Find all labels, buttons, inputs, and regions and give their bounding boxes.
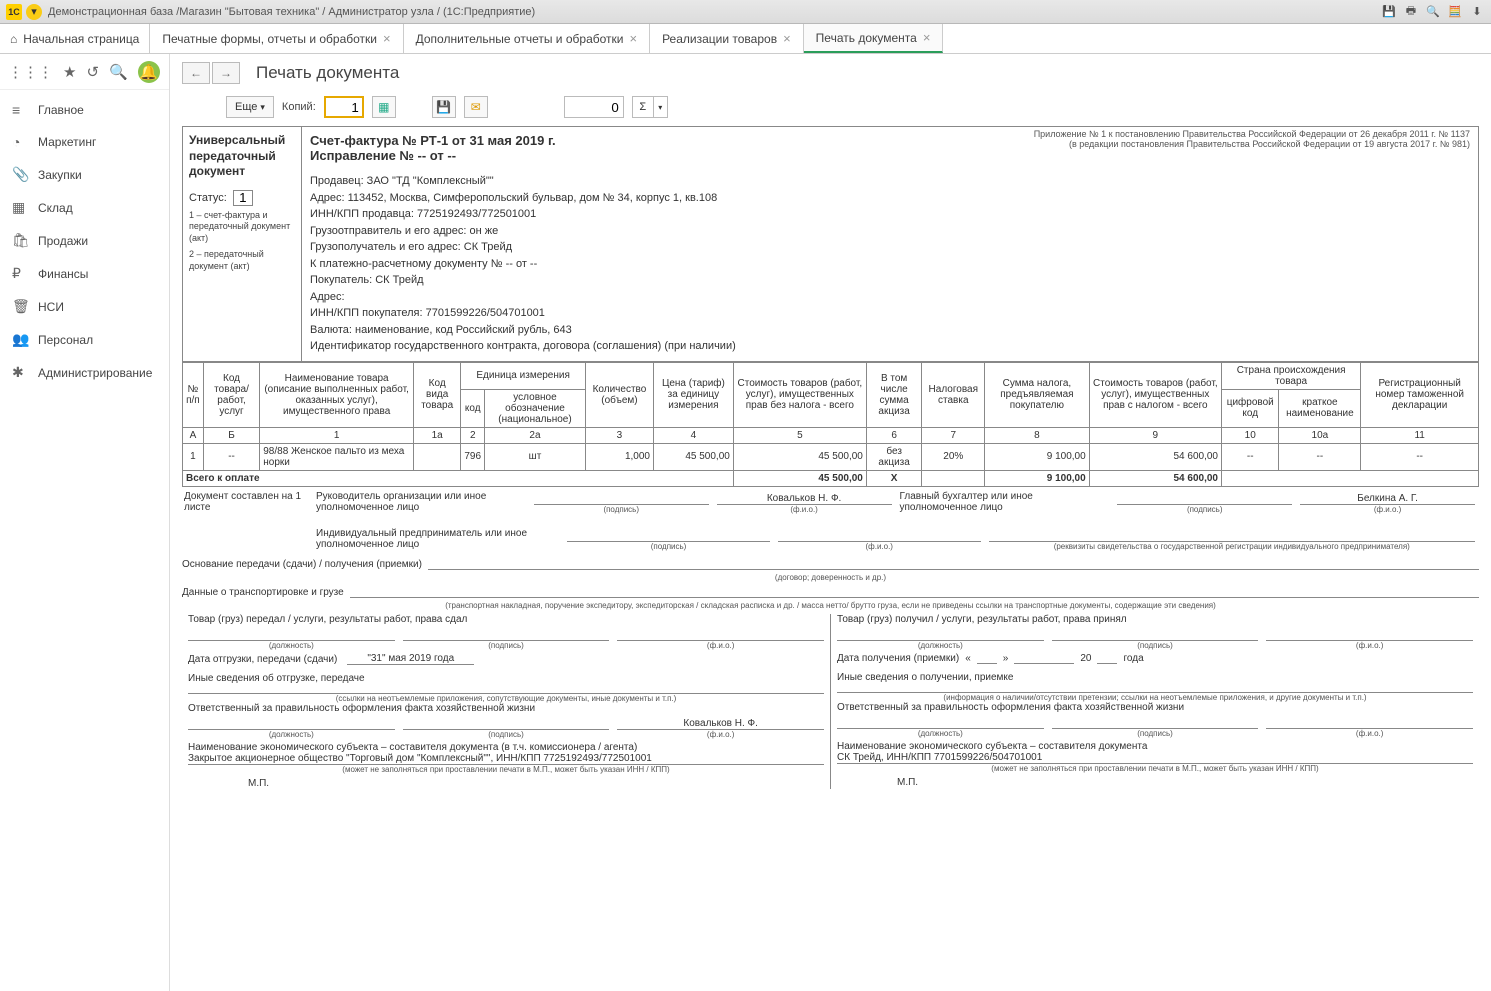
spreadsheet-icon[interactable]: ▦ — [372, 96, 396, 118]
sidebar: ⋮⋮⋮ ★ ↺ 🔍 🔔 ≡Главное ◔Маркетинг 📎Закупки… — [0, 54, 170, 991]
copies-input[interactable] — [324, 96, 364, 118]
tab-sales[interactable]: Реализации товаров× — [650, 24, 804, 53]
tab-print-doc[interactable]: Печать документа× — [804, 24, 944, 53]
invoice-header: Приложение № 1 к постановлению Правитель… — [302, 126, 1479, 362]
status-input[interactable] — [233, 190, 253, 206]
tab-addl-reports[interactable]: Дополнительные отчеты и обработки× — [404, 24, 650, 53]
sidebar-item-purchasing[interactable]: 📎Закупки — [0, 158, 169, 191]
trash-icon: 🗑 — [12, 298, 30, 315]
sidebar-item-marketing[interactable]: ◔Маркетинг — [0, 126, 169, 158]
print-icon[interactable]: 🖶 — [1403, 4, 1419, 20]
close-icon[interactable]: × — [923, 30, 931, 45]
sidebar-item-nsi[interactable]: 🗑НСИ — [0, 290, 169, 323]
menu-icon: ≡ — [12, 102, 30, 118]
sidebar-item-admin[interactable]: ✱Администрирование — [0, 356, 169, 389]
grid-icon: ▦ — [12, 199, 30, 216]
down-icon[interactable]: ⬇ — [1469, 4, 1485, 20]
bag-icon: 🛍 — [12, 232, 30, 249]
calc-icon[interactable]: 🧮 — [1447, 4, 1463, 20]
mail-icon[interactable]: ✉ — [464, 96, 488, 118]
history-icon[interactable]: ↺ — [86, 63, 99, 81]
home-icon: ⌂ — [10, 32, 17, 46]
toolbar: Еще Копий: ▦ 💾 ✉ Σ ▾ — [170, 92, 1491, 126]
save-icon[interactable]: 💾 — [1381, 4, 1397, 20]
close-icon[interactable]: × — [383, 31, 391, 46]
apps-icon[interactable]: ⋮⋮⋮ — [8, 63, 53, 81]
sidebar-item-personnel[interactable]: 👥Персонал — [0, 323, 169, 356]
chart-icon: ◔ — [12, 134, 30, 150]
ruble-icon: ₽ — [12, 265, 30, 282]
app-logo: 1C — [6, 4, 22, 20]
app-menu-dropdown[interactable]: ▾ — [26, 4, 42, 20]
titlebar: 1C ▾ Демонстрационная база /Магазин "Быт… — [0, 0, 1491, 24]
sidebar-item-sales[interactable]: 🛍Продажи — [0, 224, 169, 257]
sigma-button[interactable]: Σ — [632, 96, 654, 118]
sigma-dropdown[interactable]: ▾ — [654, 96, 668, 118]
save-icon[interactable]: 💾 — [432, 96, 456, 118]
more-button[interactable]: Еще — [226, 96, 274, 118]
tabbar: ⌂ Начальная страница Печатные формы, отч… — [0, 24, 1491, 54]
page-title: Печать документа — [256, 63, 399, 83]
table-row: 1 -- 98/88 Женское пальто из меха норки … — [183, 443, 1479, 470]
sidebar-item-finance[interactable]: ₽Финансы — [0, 257, 169, 290]
sidebar-item-warehouse[interactable]: ▦Склад — [0, 191, 169, 224]
num-input[interactable] — [564, 96, 624, 118]
gear-icon: ✱ — [12, 364, 30, 381]
link-icon[interactable]: 🔍 — [1425, 4, 1441, 20]
content-area: ← → Печать документа Еще Копий: ▦ 💾 ✉ Σ … — [170, 54, 1491, 991]
doc-pages: Документ составлен на 1 листе — [182, 489, 312, 516]
tab-label: Начальная страница — [23, 32, 139, 46]
tab-print-forms[interactable]: Печатные формы, отчеты и обработки× — [150, 24, 403, 53]
clip-icon: 📎 — [12, 166, 30, 183]
close-icon[interactable]: × — [783, 31, 791, 46]
star-icon[interactable]: ★ — [63, 63, 76, 81]
people-icon: 👥 — [12, 331, 30, 348]
transfer-side: Товар (груз) передал / услуги, результат… — [182, 614, 831, 789]
tab-home[interactable]: ⌂ Начальная страница — [0, 24, 150, 53]
nav-forward-button[interactable]: → — [212, 62, 240, 84]
notifications-icon[interactable]: 🔔 — [138, 61, 160, 83]
search-icon[interactable]: 🔍 — [109, 63, 128, 81]
copies-label: Копий: — [282, 101, 316, 113]
upd-left-panel: Универсальный передаточный документ Стат… — [182, 126, 302, 362]
sidebar-item-main[interactable]: ≡Главное — [0, 94, 169, 126]
invoice-table: № п/п Код товара/ работ, услуг Наименова… — [182, 362, 1479, 487]
close-icon[interactable]: × — [629, 31, 637, 46]
receive-side: Товар (груз) получил / услуги, результат… — [831, 614, 1479, 789]
table-total-row: Всего к оплате 45 500,00 X 9 100,00 54 6… — [183, 470, 1479, 486]
window-title: Демонстрационная база /Магазин "Бытовая … — [48, 6, 1381, 18]
nav-back-button[interactable]: ← — [182, 62, 210, 84]
